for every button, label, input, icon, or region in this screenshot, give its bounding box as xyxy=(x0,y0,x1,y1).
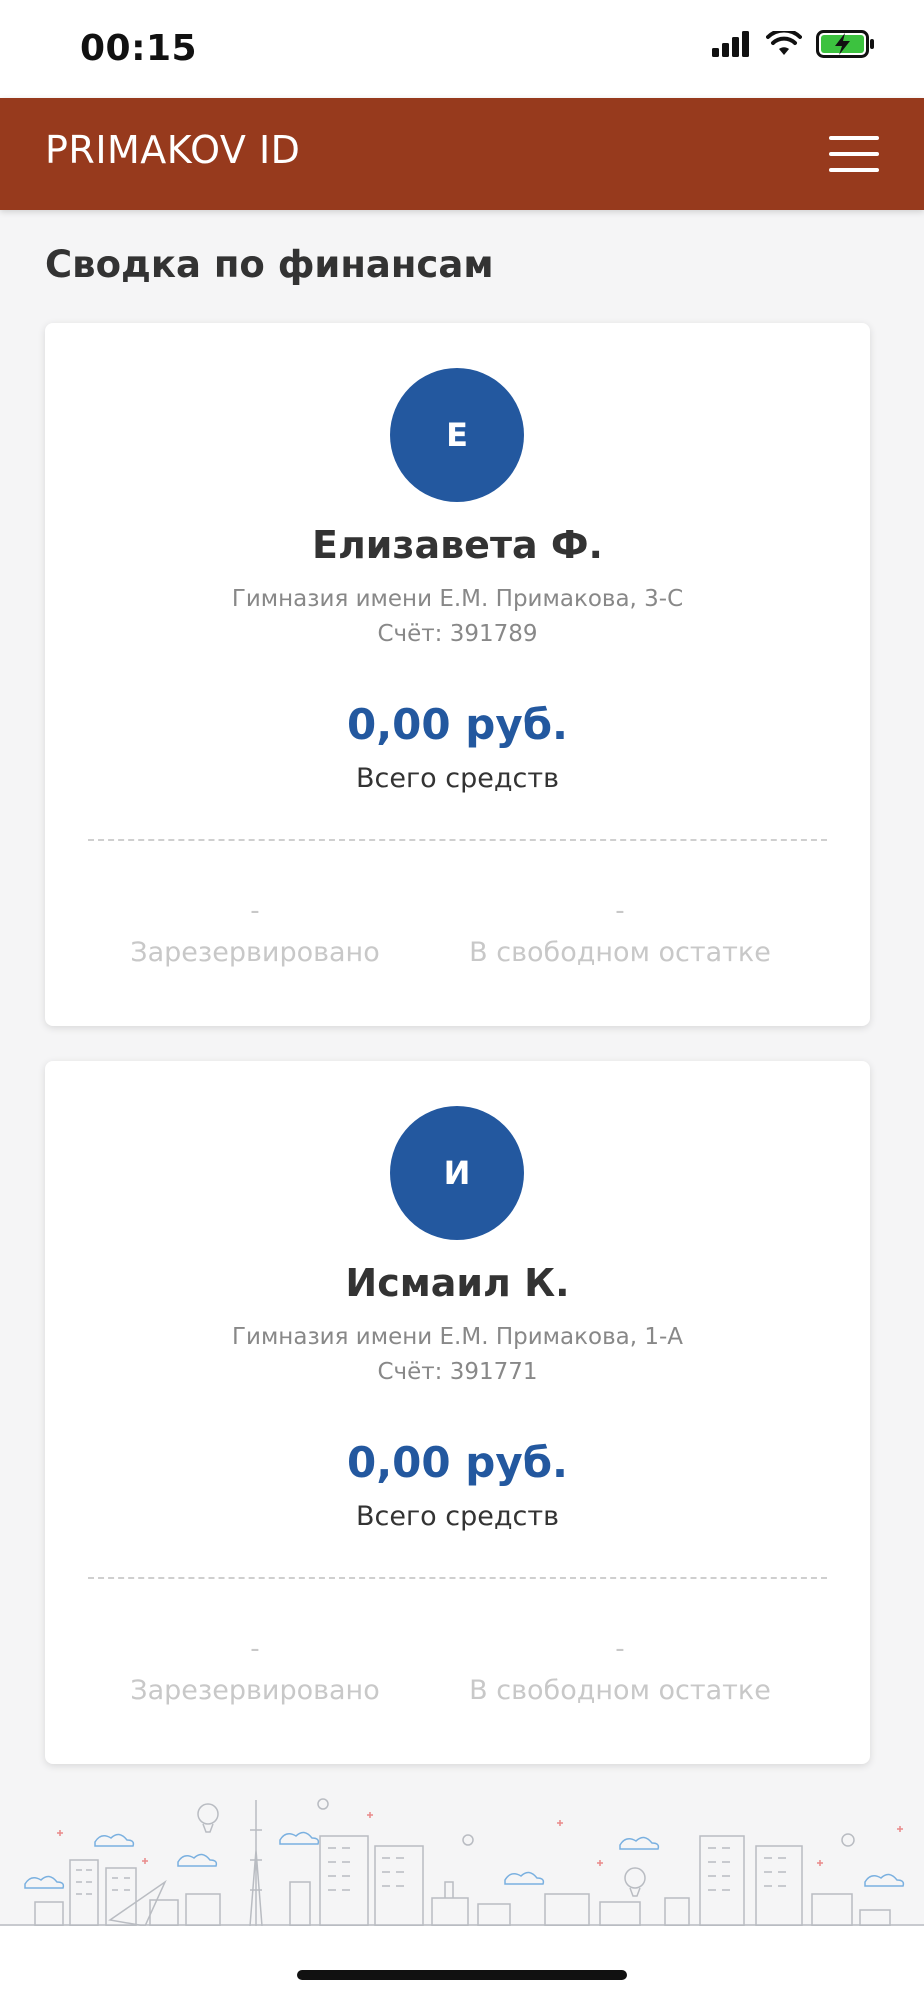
student-name: Исмаил К. xyxy=(345,1261,570,1305)
signal-icon xyxy=(712,31,749,57)
avatar: И xyxy=(390,1106,524,1240)
app-title: PRIMAKOV ID xyxy=(45,128,301,172)
status-time: 00:15 xyxy=(80,28,198,69)
account-number: Счёт: 391771 xyxy=(377,1359,538,1385)
balance-amount: 0,00 руб. xyxy=(347,1438,568,1487)
city-skyline-illustration xyxy=(0,1798,924,1926)
divider xyxy=(88,839,827,841)
free-balance-label: В свободном остатке xyxy=(469,937,771,968)
reserved-stat: - Зарезервировано xyxy=(55,893,455,968)
free-balance-label: В свободном остатке xyxy=(469,1675,771,1706)
free-balance-value: - xyxy=(615,1634,625,1664)
reserved-label: Зарезервировано xyxy=(130,937,380,968)
school-name: Гимназия имени Е.М. Примакова, 1-А xyxy=(231,1324,684,1350)
page-title: Сводка по финансам xyxy=(45,243,494,286)
home-indicator[interactable] xyxy=(297,1970,627,1980)
menu-line xyxy=(829,136,879,140)
student-card[interactable]: И Исмаил К. Гимназия имени Е.М. Примаков… xyxy=(45,1061,870,1764)
student-card[interactable]: Е Елизавета Ф. Гимназия имени Е.М. Прима… xyxy=(45,323,870,1026)
reserved-label: Зарезервировано xyxy=(130,1675,380,1706)
free-balance-value: - xyxy=(615,896,625,926)
status-icons xyxy=(712,30,876,58)
avatar: Е xyxy=(390,368,524,502)
school-name: Гимназия имени Е.М. Примакова, 3-С xyxy=(231,586,684,612)
status-bar: 00:15 xyxy=(0,0,924,98)
account-number: Счёт: 391789 xyxy=(377,621,538,647)
wifi-icon xyxy=(766,31,802,55)
divider xyxy=(88,1577,827,1579)
reserved-value: - xyxy=(250,1634,260,1664)
free-balance-stat: - В свободном остатке xyxy=(420,1631,820,1706)
bottom-safe-area xyxy=(0,1926,924,2000)
battery-charging-icon xyxy=(816,30,874,58)
balance-label: Всего средств xyxy=(355,763,559,794)
free-balance-stat: - В свободном остатке xyxy=(420,893,820,968)
menu-line xyxy=(829,168,879,172)
app-header: PRIMAKOV ID xyxy=(0,98,924,210)
hamburger-menu-icon[interactable] xyxy=(829,136,879,172)
reserved-stat: - Зарезервировано xyxy=(55,1631,455,1706)
balance-amount: 0,00 руб. xyxy=(347,700,568,749)
balance-label: Всего средств xyxy=(355,1501,559,1532)
menu-line xyxy=(829,152,879,156)
reserved-value: - xyxy=(250,896,260,926)
student-name: Елизавета Ф. xyxy=(312,523,603,567)
